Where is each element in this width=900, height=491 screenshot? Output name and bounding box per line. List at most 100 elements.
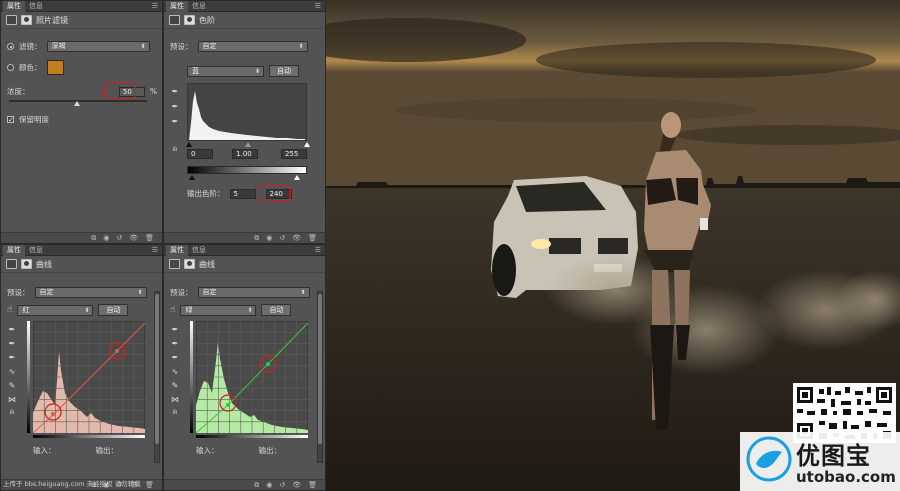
black-point-eyedropper-icon[interactable]: ✒ — [172, 325, 179, 334]
red-curve-point-high — [115, 349, 119, 353]
trash-icon[interactable]: 🗑 — [308, 234, 317, 242]
density-unit: % — [149, 87, 157, 96]
layer-mask-icon[interactable] — [184, 15, 195, 25]
curve-point-tool-icon[interactable]: ∿ — [172, 367, 179, 376]
layer-mask-icon[interactable] — [184, 259, 195, 269]
output-label: 输出： — [258, 446, 282, 455]
smooth-icon[interactable]: ⋈ — [8, 395, 16, 404]
curves-red-scrollbar[interactable] — [154, 291, 160, 463]
output-low-field[interactable]: 5 — [229, 188, 256, 199]
curves-red-graph[interactable] — [33, 321, 145, 433]
layer-mask-icon[interactable] — [21, 15, 32, 25]
curves-icon — [169, 259, 180, 269]
layer-mask-icon[interactable] — [21, 259, 32, 269]
view-previous-icon[interactable]: ◉ — [103, 234, 109, 242]
white-point-eyedropper-icon[interactable]: ✒ — [9, 353, 16, 362]
panel-menu-icon[interactable]: ☰ — [152, 246, 158, 254]
preset-select[interactable]: 自定 — [197, 41, 308, 52]
preset-row: 预设： 自定 — [170, 41, 308, 52]
pencil-tool-icon[interactable]: ✎ — [172, 381, 179, 390]
output-slider-track[interactable] — [189, 175, 307, 180]
clipping-warning-icon[interactable]: ılı — [9, 409, 14, 416]
auto-button[interactable]: 自动 — [269, 65, 299, 77]
source-watermark: 上传于 bbs.heiguang.com 未经授权 请勿转载 — [3, 480, 141, 488]
black-point-eyedropper-icon[interactable]: ✒ — [172, 87, 179, 96]
scroll-thumb[interactable] — [155, 294, 159, 444]
tab-info[interactable]: 信息 — [25, 245, 47, 256]
inout-row: 输入： 输出： — [196, 445, 308, 456]
black-point-eyedropper-icon[interactable]: ✒ — [9, 325, 16, 334]
on-image-adjust-icon[interactable]: ☝ — [7, 305, 12, 315]
reset-icon[interactable]: ↺ — [279, 234, 285, 242]
filter-select[interactable]: 深褐 — [46, 41, 150, 52]
curves-green-scrollbar[interactable] — [317, 291, 323, 463]
preserve-label: 保留明度 — [19, 115, 49, 124]
smooth-icon[interactable]: ⋈ — [171, 395, 179, 404]
tab-properties[interactable]: 属性 — [3, 1, 25, 12]
visibility-icon[interactable]: 👁 — [129, 234, 138, 242]
clipping-warning-icon[interactable]: ılı — [172, 146, 177, 153]
input-gray-thumb[interactable] — [245, 142, 251, 147]
trash-icon[interactable]: 🗑 — [145, 481, 154, 489]
preset-select[interactable]: 自定 — [34, 287, 147, 298]
clip-to-layer-icon[interactable]: ⧉ — [91, 234, 96, 243]
tab-properties[interactable]: 属性 — [166, 245, 188, 256]
tab-properties[interactable]: 属性 — [166, 1, 188, 12]
pencil-tool-icon[interactable]: ✎ — [9, 381, 16, 390]
clip-to-layer-icon[interactable]: ⧉ — [254, 234, 259, 243]
gray-point-eyedropper-icon[interactable]: ✒ — [9, 339, 16, 348]
reset-icon[interactable]: ↺ — [116, 234, 122, 242]
white-point-eyedropper-icon[interactable]: ✒ — [172, 353, 179, 362]
color-radio[interactable] — [7, 64, 14, 71]
scroll-thumb[interactable] — [318, 294, 322, 444]
reset-icon[interactable]: ↺ — [279, 481, 285, 489]
levels-histogram — [187, 83, 307, 141]
panel-menu-icon[interactable]: ☰ — [315, 246, 321, 254]
tab-info[interactable]: 信息 — [188, 245, 210, 256]
trash-icon[interactable]: 🗑 — [145, 234, 154, 242]
input-black-field[interactable]: 0 — [187, 149, 214, 159]
gray-point-eyedropper-icon[interactable]: ✒ — [172, 339, 179, 348]
curves-green-bottombar: ⧉ ◉ ↺ 👁 🗑 — [164, 479, 325, 490]
channel-select[interactable]: 蓝 — [187, 65, 264, 77]
preset-select[interactable]: 自定 — [197, 287, 310, 298]
cloud — [396, 98, 756, 122]
tab-properties[interactable]: 属性 — [3, 245, 25, 256]
input-gamma-field[interactable]: 1.00 — [232, 149, 259, 159]
panel-menu-icon[interactable]: ☰ — [315, 2, 321, 10]
input-black-thumb[interactable] — [186, 142, 192, 147]
auto-button[interactable]: 自动 — [98, 304, 129, 316]
channel-select[interactable]: 红 — [17, 304, 94, 316]
on-image-adjust-icon[interactable]: ☝ — [170, 305, 175, 315]
density-slider-thumb[interactable] — [74, 101, 80, 106]
clipping-warning-icon[interactable]: ılı — [172, 409, 177, 416]
panel-menu-icon[interactable]: ☰ — [152, 2, 158, 10]
white-point-eyedropper-icon[interactable]: ✒ — [172, 117, 179, 126]
auto-button[interactable]: 自动 — [261, 304, 292, 316]
filter-radio[interactable] — [7, 43, 14, 50]
visibility-icon[interactable]: 👁 — [292, 234, 301, 242]
output-black-thumb[interactable] — [189, 175, 195, 180]
input-white-thumb[interactable] — [304, 142, 310, 147]
preserve-checkbox[interactable]: ✓ — [7, 116, 14, 124]
input-white-field[interactable]: 255 — [280, 149, 307, 159]
gray-point-eyedropper-icon[interactable]: ✒ — [172, 102, 179, 111]
curve-point-tool-icon[interactable]: ∿ — [9, 367, 16, 376]
visibility-icon[interactable]: 👁 — [292, 481, 301, 489]
curves-green-output-gradient — [190, 321, 193, 433]
levels-tabbar: 属性 信息 ☰ — [164, 1, 325, 12]
clip-to-layer-icon[interactable]: ⧉ — [254, 481, 259, 490]
input-slider-track[interactable] — [186, 142, 310, 147]
color-swatch[interactable] — [46, 60, 64, 75]
view-previous-icon[interactable]: ◉ — [266, 234, 272, 242]
tab-info[interactable]: 信息 — [188, 1, 210, 12]
output-label: 输出色阶： — [187, 189, 225, 198]
tab-info[interactable]: 信息 — [25, 1, 47, 12]
output-gradient — [187, 166, 307, 174]
view-previous-icon[interactable]: ◉ — [266, 481, 272, 489]
curves-green-tools: ✒ ✒ ✒ ∿ ✎ ⋈ ılı — [167, 325, 183, 416]
channel-select[interactable]: 绿 — [180, 304, 257, 316]
trash-icon[interactable]: 🗑 — [308, 481, 317, 489]
output-white-thumb[interactable] — [294, 175, 300, 180]
curves-green-graph[interactable] — [196, 321, 308, 433]
